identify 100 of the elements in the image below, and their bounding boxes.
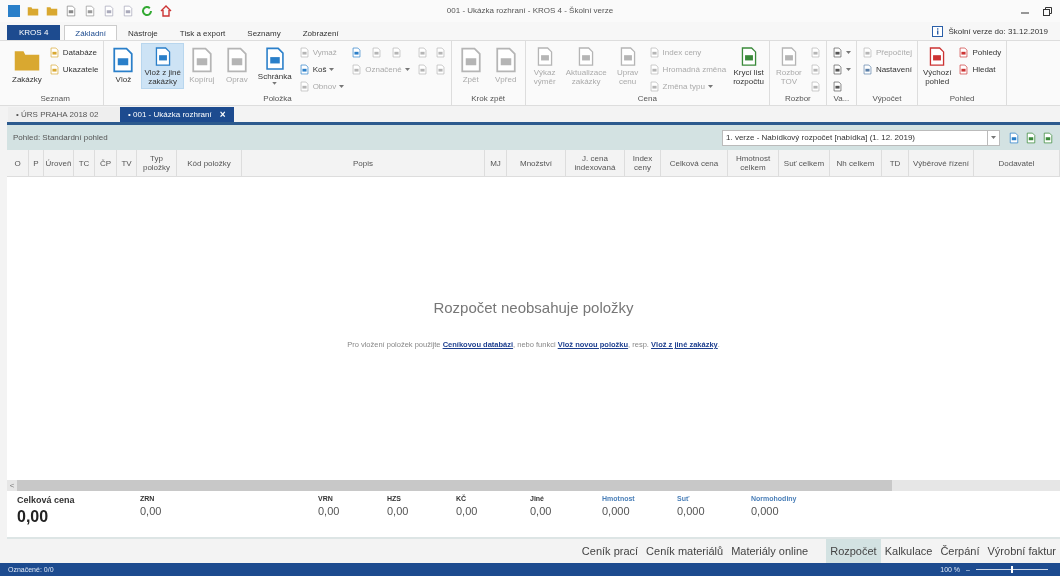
restore-icon[interactable] xyxy=(1043,6,1052,16)
ribbon-button[interactable]: Vlož z jiné zakázky xyxy=(141,43,184,89)
column-header[interactable]: Kód položky xyxy=(177,150,242,176)
ribbon-button[interactable]: Databáze xyxy=(45,45,101,60)
column-header[interactable]: Nh celkem xyxy=(830,150,882,176)
total-value: 0,00 xyxy=(456,505,478,517)
column-header[interactable]: TD xyxy=(882,150,909,176)
module-tab[interactable]: Ceník prací xyxy=(577,539,643,563)
document-icon xyxy=(298,81,310,92)
document-icon xyxy=(351,64,363,75)
app-menu-button[interactable]: KROS 4 xyxy=(7,25,61,40)
column-header[interactable]: Celková cena xyxy=(661,150,728,176)
column-header[interactable]: Popis xyxy=(242,150,485,176)
scrollbar-thumb[interactable] xyxy=(17,480,892,491)
ribbon-button[interactable]: Nastavení xyxy=(858,62,915,77)
document-icon xyxy=(48,64,60,75)
total-value: 0,00 xyxy=(318,505,340,517)
group-label: Seznam xyxy=(39,94,71,103)
document-icon xyxy=(648,64,660,75)
ribbon-tab[interactable]: Nástroje xyxy=(117,25,169,40)
module-tab[interactable]: Rozpočet xyxy=(826,539,881,563)
ribbon-button[interactable]: Schránka xyxy=(254,43,295,89)
column-header[interactable]: Index ceny xyxy=(625,150,661,176)
document-icon xyxy=(298,47,310,58)
column-header[interactable]: P xyxy=(29,150,44,176)
total-value: 0,000 xyxy=(602,505,630,517)
group-label: Cena xyxy=(636,94,658,103)
ribbon-button[interactable]: Koš xyxy=(295,62,338,77)
document-icon xyxy=(298,64,310,75)
ribbon-tab[interactable]: Seznamy xyxy=(236,25,292,40)
ribbon-button[interactable]: Pohledy xyxy=(955,45,1005,60)
caret-icon xyxy=(991,135,996,140)
module-tab[interactable]: Materiály online xyxy=(727,539,813,563)
ribbon-button[interactable]: Hledat xyxy=(955,62,999,77)
column-header[interactable]: Výběrové řízení xyxy=(909,150,974,176)
caret-icon xyxy=(329,67,335,72)
ribbon-tab[interactable]: Zobrazení xyxy=(291,25,350,40)
home-icon[interactable] xyxy=(160,5,172,17)
document-tab[interactable]: • 001 - Ukázka rozhraní × xyxy=(120,107,234,122)
caret-icon xyxy=(339,84,345,89)
module-tab[interactable]: Čerpání xyxy=(936,539,984,563)
column-header[interactable]: TC xyxy=(74,150,95,176)
column-header[interactable]: Dodavatel xyxy=(974,150,1060,176)
group-label: Pohled xyxy=(948,94,976,103)
document-icon xyxy=(958,47,970,58)
module-tab[interactable]: Ceník materiálů xyxy=(642,539,728,563)
column-header[interactable]: Hmotnost celkem xyxy=(728,150,779,176)
document-icon xyxy=(84,5,96,17)
column-header[interactable]: Množství xyxy=(507,150,566,176)
group-label: Výpočet xyxy=(871,94,903,103)
column-header[interactable]: J. cena indexovaná xyxy=(566,150,625,176)
ribbon-tab[interactable]: Základní xyxy=(64,25,118,40)
document-tab[interactable]: • ÚRS PRAHA 2018 02 xyxy=(8,107,120,122)
ribbon-button[interactable]: Ukazatele xyxy=(45,62,102,77)
document-icon xyxy=(831,81,843,92)
document-icon xyxy=(809,47,821,58)
scroll-left-button[interactable]: < xyxy=(7,481,17,490)
column-header[interactable]: TV xyxy=(117,150,137,176)
document-icon xyxy=(809,81,821,92)
ribbon-button[interactable]: Zakázky xyxy=(9,43,45,89)
column-header[interactable]: Suť celkem xyxy=(779,150,830,176)
document-icon xyxy=(861,47,873,58)
ribbon-button[interactable]: Výchozí pohled xyxy=(919,43,955,89)
document-icon xyxy=(65,5,77,17)
close-button[interactable]: × xyxy=(219,109,226,120)
ribbon-button[interactable]: Krycí list rozpočtu xyxy=(730,43,767,89)
ribbon-tab[interactable]: Tisk a export xyxy=(168,25,237,40)
folder-icon xyxy=(27,5,39,17)
total-value: 0,00 xyxy=(17,508,49,526)
version-dropdown[interactable]: 1. verze - Nabídkový rozpočet [nabídka] (1. 12. 2019) xyxy=(722,129,1000,146)
column-header[interactable]: Úroveň xyxy=(44,150,74,176)
group-label: Krok zpět xyxy=(470,94,507,103)
document-icon xyxy=(958,64,970,75)
document-icon xyxy=(648,81,660,92)
total-value: 0,00 xyxy=(530,505,552,517)
total-value: 0,00 xyxy=(387,505,409,517)
column-header[interactable]: MJ xyxy=(485,150,507,176)
document-icon xyxy=(861,64,873,75)
column-header[interactable]: O xyxy=(7,150,29,176)
refresh-icon[interactable] xyxy=(141,5,153,17)
caret-icon xyxy=(272,82,278,86)
tab-label: • ÚRS PRAHA 2018 02 xyxy=(16,110,99,119)
window-title: 001 - Ukázka rozhraní - KROS 4 - Školní verze xyxy=(446,6,614,15)
total-value: 0,00 xyxy=(140,505,162,517)
column-header[interactable]: ČP xyxy=(95,150,117,176)
column-header[interactable]: Typ položky xyxy=(137,150,177,176)
module-tab[interactable]: Kalkulace xyxy=(880,539,937,563)
group-label: Rozbor xyxy=(784,94,812,103)
square-icon[interactable] xyxy=(8,5,20,17)
total-value: 0,000 xyxy=(677,505,705,517)
slider-thumb[interactable] xyxy=(1010,566,1013,573)
document-icon xyxy=(48,47,60,58)
document-icon xyxy=(1008,131,1020,144)
document-icon xyxy=(434,64,446,75)
folder-icon xyxy=(46,5,58,17)
module-tab[interactable]: Výrobní faktur xyxy=(983,539,1060,563)
document-icon xyxy=(831,64,843,75)
ribbon-button[interactable]: Vlož xyxy=(106,43,141,89)
caret-icon xyxy=(404,67,410,72)
group-label: Položka xyxy=(262,94,293,103)
